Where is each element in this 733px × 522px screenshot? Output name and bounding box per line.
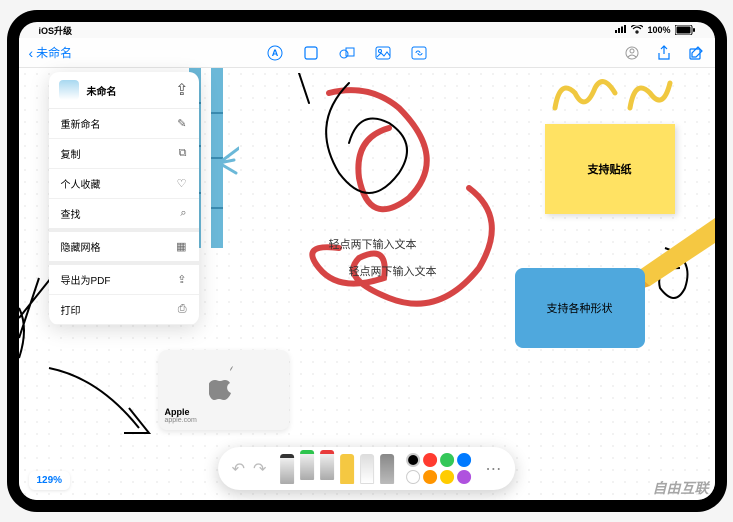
link-card-apple[interactable]: Apple apple.com [159, 350, 289, 430]
pen-tool-black[interactable] [280, 454, 294, 484]
document-menu: 未命名 ⇪ 重新命名 ✎ 复制 ⧉ 个人收藏 ♡ 查找 ⌕ 隐藏网格 ▦ [49, 72, 199, 325]
menu-print[interactable]: 打印 ⎙ [49, 295, 199, 325]
print-icon: ⎙ [178, 303, 187, 316]
menu-label: 导出为PDF [61, 272, 111, 287]
menu-label: 隐藏网格 [61, 239, 101, 254]
yellow-scribble-top [545, 73, 675, 123]
apple-logo-icon [165, 356, 283, 407]
pen-tool-green[interactable] [300, 450, 314, 480]
heart-icon: ♡ [177, 177, 187, 190]
menu-label: 打印 [61, 302, 81, 317]
signal-icon [615, 25, 627, 35]
color-yellow[interactable] [440, 470, 454, 484]
text-placeholder-1[interactable]: 轻点两下输入文本 [329, 236, 417, 252]
back-label: 未命名 [36, 44, 72, 61]
redo-icon[interactable]: ↷ [253, 459, 266, 479]
menu-label: 重新命名 [61, 116, 101, 131]
menu-label: 查找 [61, 206, 81, 221]
drawing-tool-dock: ↶ ↷ ⋯ [218, 447, 516, 490]
shape-label: 支持各种形状 [547, 300, 613, 316]
color-white[interactable] [406, 470, 420, 484]
black-scribble-top [249, 73, 429, 223]
shape-tool-icon[interactable] [338, 44, 356, 62]
toolbar-right [623, 44, 705, 62]
shape-rectangle[interactable]: 支持各种形状 [515, 268, 645, 348]
status-left-text: iOS升级 [39, 24, 73, 37]
share-small-icon[interactable]: ⇪ [175, 80, 188, 100]
menu-rename[interactable]: 重新命名 ✎ [49, 109, 199, 139]
menu-favorite[interactable]: 个人收藏 ♡ [49, 169, 199, 199]
menu-duplicate[interactable]: 复制 ⧉ [49, 139, 199, 169]
text-tool-icon[interactable]: A [266, 44, 284, 62]
color-palette [406, 453, 471, 484]
battery-icon [675, 25, 695, 35]
sticky-note-label: 支持贴纸 [588, 161, 632, 177]
eraser-tool[interactable] [360, 454, 374, 484]
dock-more-icon[interactable]: ⋯ [485, 459, 501, 479]
color-purple[interactable] [457, 470, 471, 484]
lasso-tool[interactable] [380, 454, 394, 484]
status-bar: iOS升级 100% [19, 22, 715, 38]
document-thumbnail [59, 80, 79, 100]
color-orange[interactable] [423, 470, 437, 484]
svg-text:A: A [272, 48, 279, 58]
compose-icon[interactable] [687, 44, 705, 62]
text-placeholder-2[interactable]: 轻点两下输入文本 [349, 263, 437, 279]
menu-label: 个人收藏 [61, 176, 101, 191]
sticky-note[interactable]: 支持贴纸 [545, 124, 675, 214]
top-toolbar: ‹ 未命名 A [19, 38, 715, 68]
document-menu-header: 未命名 ⇪ [49, 72, 199, 109]
device-frame: iOS升级 100% ‹ 未命名 A [7, 10, 727, 512]
toolbar-center: A [72, 44, 622, 62]
photo-tool-icon[interactable] [374, 44, 392, 62]
link-card-title: Apple [165, 407, 283, 417]
wifi-icon [631, 25, 643, 36]
copy-icon: ⧉ [179, 147, 187, 160]
undo-icon[interactable]: ↶ [232, 459, 245, 479]
back-button[interactable]: ‹ 未命名 [29, 44, 73, 61]
highlighter-tool[interactable] [340, 454, 354, 484]
menu-hide-grid[interactable]: 隐藏网格 ▦ [49, 232, 199, 265]
grid-icon: ▦ [176, 240, 186, 253]
color-black[interactable] [406, 453, 420, 467]
menu-find[interactable]: 查找 ⌕ [49, 199, 199, 232]
red-scribble [269, 78, 529, 318]
color-red[interactable] [423, 453, 437, 467]
dock-history-controls: ↶ ↷ [232, 459, 275, 479]
share-icon[interactable] [655, 44, 673, 62]
color-blue[interactable] [457, 453, 471, 467]
battery-text: 100% [647, 25, 670, 35]
chevron-left-icon: ‹ [29, 45, 34, 61]
pencil-icon: ✎ [177, 117, 186, 130]
menu-export-pdf[interactable]: 导出为PDF ⇪ [49, 265, 199, 295]
export-icon: ⇪ [177, 273, 186, 286]
screen: iOS升级 100% ‹ 未命名 A [19, 22, 715, 500]
status-right: 100% [615, 25, 694, 36]
zoom-indicator[interactable]: 129% [29, 471, 71, 490]
zoom-value: 129% [37, 475, 63, 486]
sticky-tool-icon[interactable] [302, 44, 320, 62]
link-card-subtitle: apple.com [165, 417, 283, 424]
color-green[interactable] [440, 453, 454, 467]
pen-tool-red[interactable] [320, 450, 334, 480]
collaborate-icon[interactable] [623, 44, 641, 62]
document-title: 未命名 [87, 83, 176, 98]
link-tool-icon[interactable] [410, 44, 428, 62]
menu-label: 复制 [61, 146, 81, 161]
search-icon: ⌕ [180, 207, 186, 220]
